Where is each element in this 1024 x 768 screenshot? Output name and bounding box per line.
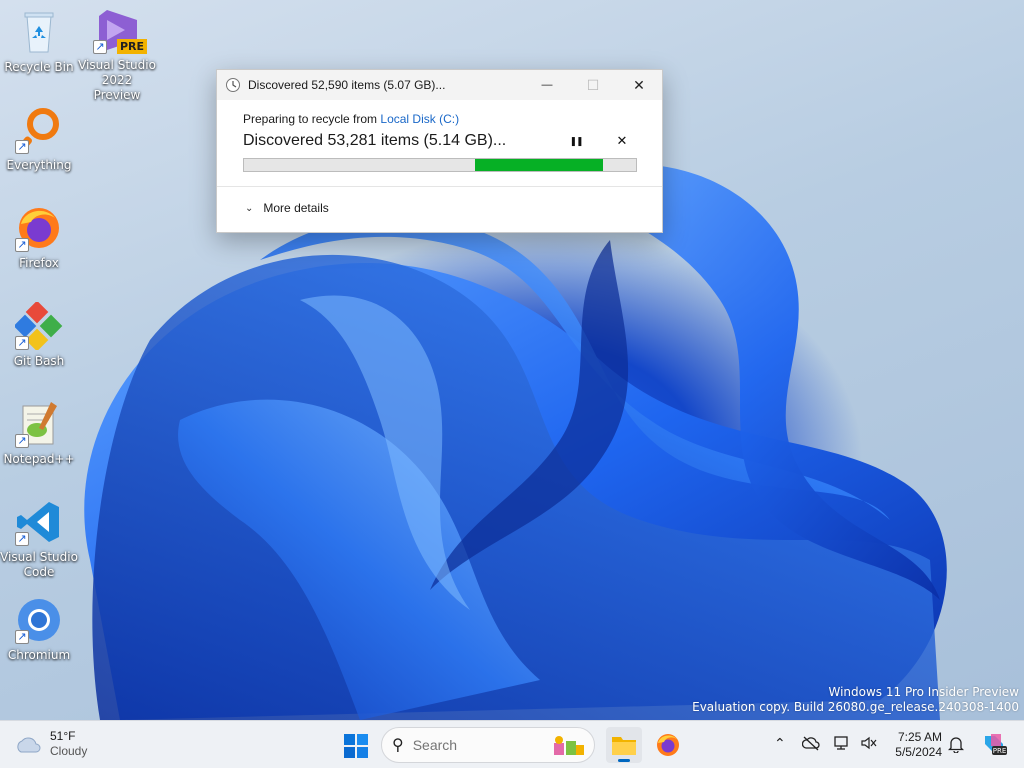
minimize-button[interactable]: — [524, 70, 570, 100]
desktop-icon-git-bash[interactable]: ↗ Git Bash [0, 300, 78, 369]
windows-start-icon[interactable] [343, 733, 369, 759]
taskbar-clock[interactable]: 7:25 AM 5/5/2024 [882, 730, 942, 760]
dialog-body: Preparing to recycle from Local Disk (C:… [217, 100, 662, 172]
dialog-titlebar[interactable]: Discovered 52,590 items (5.07 GB)... — ☐… [217, 70, 662, 100]
show-hidden-icons-chevron-icon[interactable]: ⌃ [774, 735, 786, 752]
desktop-icon-firefox[interactable]: ↗ Firefox [0, 204, 78, 271]
source-drive-link[interactable]: Local Disk (C:) [380, 112, 459, 126]
desktop-icon-label: 2022 Preview [93, 73, 141, 102]
active-app-indicator [618, 759, 630, 762]
taskbar-firefox[interactable] [650, 727, 686, 763]
svg-text:PRE: PRE [993, 747, 1007, 755]
desktop-icon-visual-studio-preview[interactable]: PRE ↗ Visual Studio 2022 Preview [78, 6, 156, 103]
taskbar-file-explorer[interactable] [606, 727, 642, 763]
cancel-button[interactable]: ✕ [608, 130, 636, 152]
notification-bell-icon[interactable] [948, 735, 964, 753]
desktop-icon-label: Visual Studio [78, 58, 156, 72]
shortcut-arrow-icon: ↗ [93, 40, 107, 54]
desktop-icon-label: Recycle Bin [4, 60, 74, 74]
taskbar: 51°F Cloudy ⚲ ⌃ 7:25 AM 5/5/2024 PRE [0, 720, 1024, 768]
progress-bar-fill [475, 159, 603, 171]
network-icon[interactable] [834, 735, 852, 751]
shortcut-arrow-icon: ↗ [15, 532, 29, 546]
watermark-edition: Windows 11 Pro Insider Preview [828, 685, 1019, 699]
close-button[interactable]: ✕ [616, 70, 662, 100]
status-row: Discovered 53,281 items (5.14 GB)... ❚❚ … [243, 130, 636, 152]
shortcut-arrow-icon: ↗ [15, 434, 29, 448]
weather-temperature: 51°F [50, 729, 76, 743]
pause-button[interactable]: ❚❚ [562, 130, 590, 152]
desktop-icon-label: Git Bash [13, 354, 65, 368]
desktop-icon-label: Chromium [7, 648, 71, 662]
more-details-button[interactable]: ⌄ More details [217, 187, 662, 215]
notepad-plus-plus-icon: ↗ [15, 400, 63, 448]
desktop-icon-label: Notepad++ [3, 452, 75, 466]
minimize-icon: — [541, 79, 553, 91]
desktop-icon-vscode[interactable]: ↗ Visual Studio Code [0, 498, 78, 580]
more-details-label: More details [263, 201, 329, 215]
firefox-icon [657, 734, 679, 756]
preparing-line: Preparing to recycle from Local Disk (C:… [243, 112, 636, 126]
clock-date: 5/5/2024 [895, 745, 942, 759]
watermark-build: Evaluation copy. Build 26080.ge_release.… [692, 700, 1019, 714]
cancel-icon: ✕ [616, 133, 628, 148]
search-highlight-icon [554, 736, 584, 755]
desktop-icon-recycle-bin[interactable]: Recycle Bin [0, 8, 78, 75]
search-icon: ⚲ [392, 737, 404, 754]
pre-badge: PRE [116, 39, 147, 54]
status-text: Discovered 53,281 items (5.14 GB)... [243, 132, 507, 149]
pause-icon: ❚❚ [569, 135, 583, 146]
volume-muted-icon[interactable] [860, 735, 878, 751]
search-input[interactable] [412, 737, 533, 753]
maximize-button[interactable]: ☐ [570, 70, 616, 100]
shortcut-arrow-icon: ↗ [15, 140, 29, 154]
clock-icon [226, 78, 240, 92]
weather-condition: Cloudy [50, 744, 88, 758]
evaluation-watermark: Windows 11 Pro Insider Preview Evaluatio… [692, 685, 1019, 715]
chromium-icon: ↗ [15, 596, 63, 644]
cloud-icon [17, 737, 41, 753]
taskbar-search-box[interactable]: ⚲ [381, 727, 595, 763]
shortcut-arrow-icon: ↗ [15, 630, 29, 644]
desktop-icon-notepad-plus-plus[interactable]: ↗ Notepad++ [0, 400, 78, 467]
shortcut-arrow-icon: ↗ [15, 336, 29, 350]
clock-time: 7:25 AM [897, 730, 942, 744]
vscode-icon: ↗ [15, 498, 63, 546]
everything-magnifier-icon: ↗ [15, 106, 63, 154]
desktop-icon-everything[interactable]: ↗ Everything [0, 106, 78, 173]
preparing-text: Preparing to recycle from [243, 112, 381, 126]
desktop-icon-label: Visual Studio [0, 550, 78, 564]
chevron-down-icon: ⌄ [245, 202, 254, 214]
maximize-icon: ☐ [586, 76, 600, 93]
desktop-icon-label: Firefox [19, 256, 59, 270]
dialog-title: Discovered 52,590 items (5.07 GB)... [248, 78, 446, 92]
shortcut-arrow-icon: ↗ [15, 238, 29, 252]
recycle-bin-icon [15, 8, 63, 56]
recycle-progress-dialog: Discovered 52,590 items (5.07 GB)... — ☐… [216, 69, 663, 233]
close-icon: ✕ [633, 76, 645, 93]
desktop-icon-label: Everything [6, 158, 72, 172]
firefox-icon: ↗ [15, 204, 63, 252]
weather-widget[interactable]: 51°F Cloudy [14, 729, 87, 759]
desktop-icon-chromium[interactable]: ↗ Chromium [0, 596, 78, 663]
folder-icon [612, 737, 636, 755]
progress-bar [243, 158, 637, 172]
onedrive-offline-icon[interactable] [802, 735, 820, 751]
git-bash-icon: ↗ [13, 300, 63, 352]
visual-studio-icon: PRE ↗ [93, 6, 147, 54]
desktop-icon-label: Code [23, 565, 55, 579]
copilot-icon[interactable]: PRE [980, 730, 1008, 758]
